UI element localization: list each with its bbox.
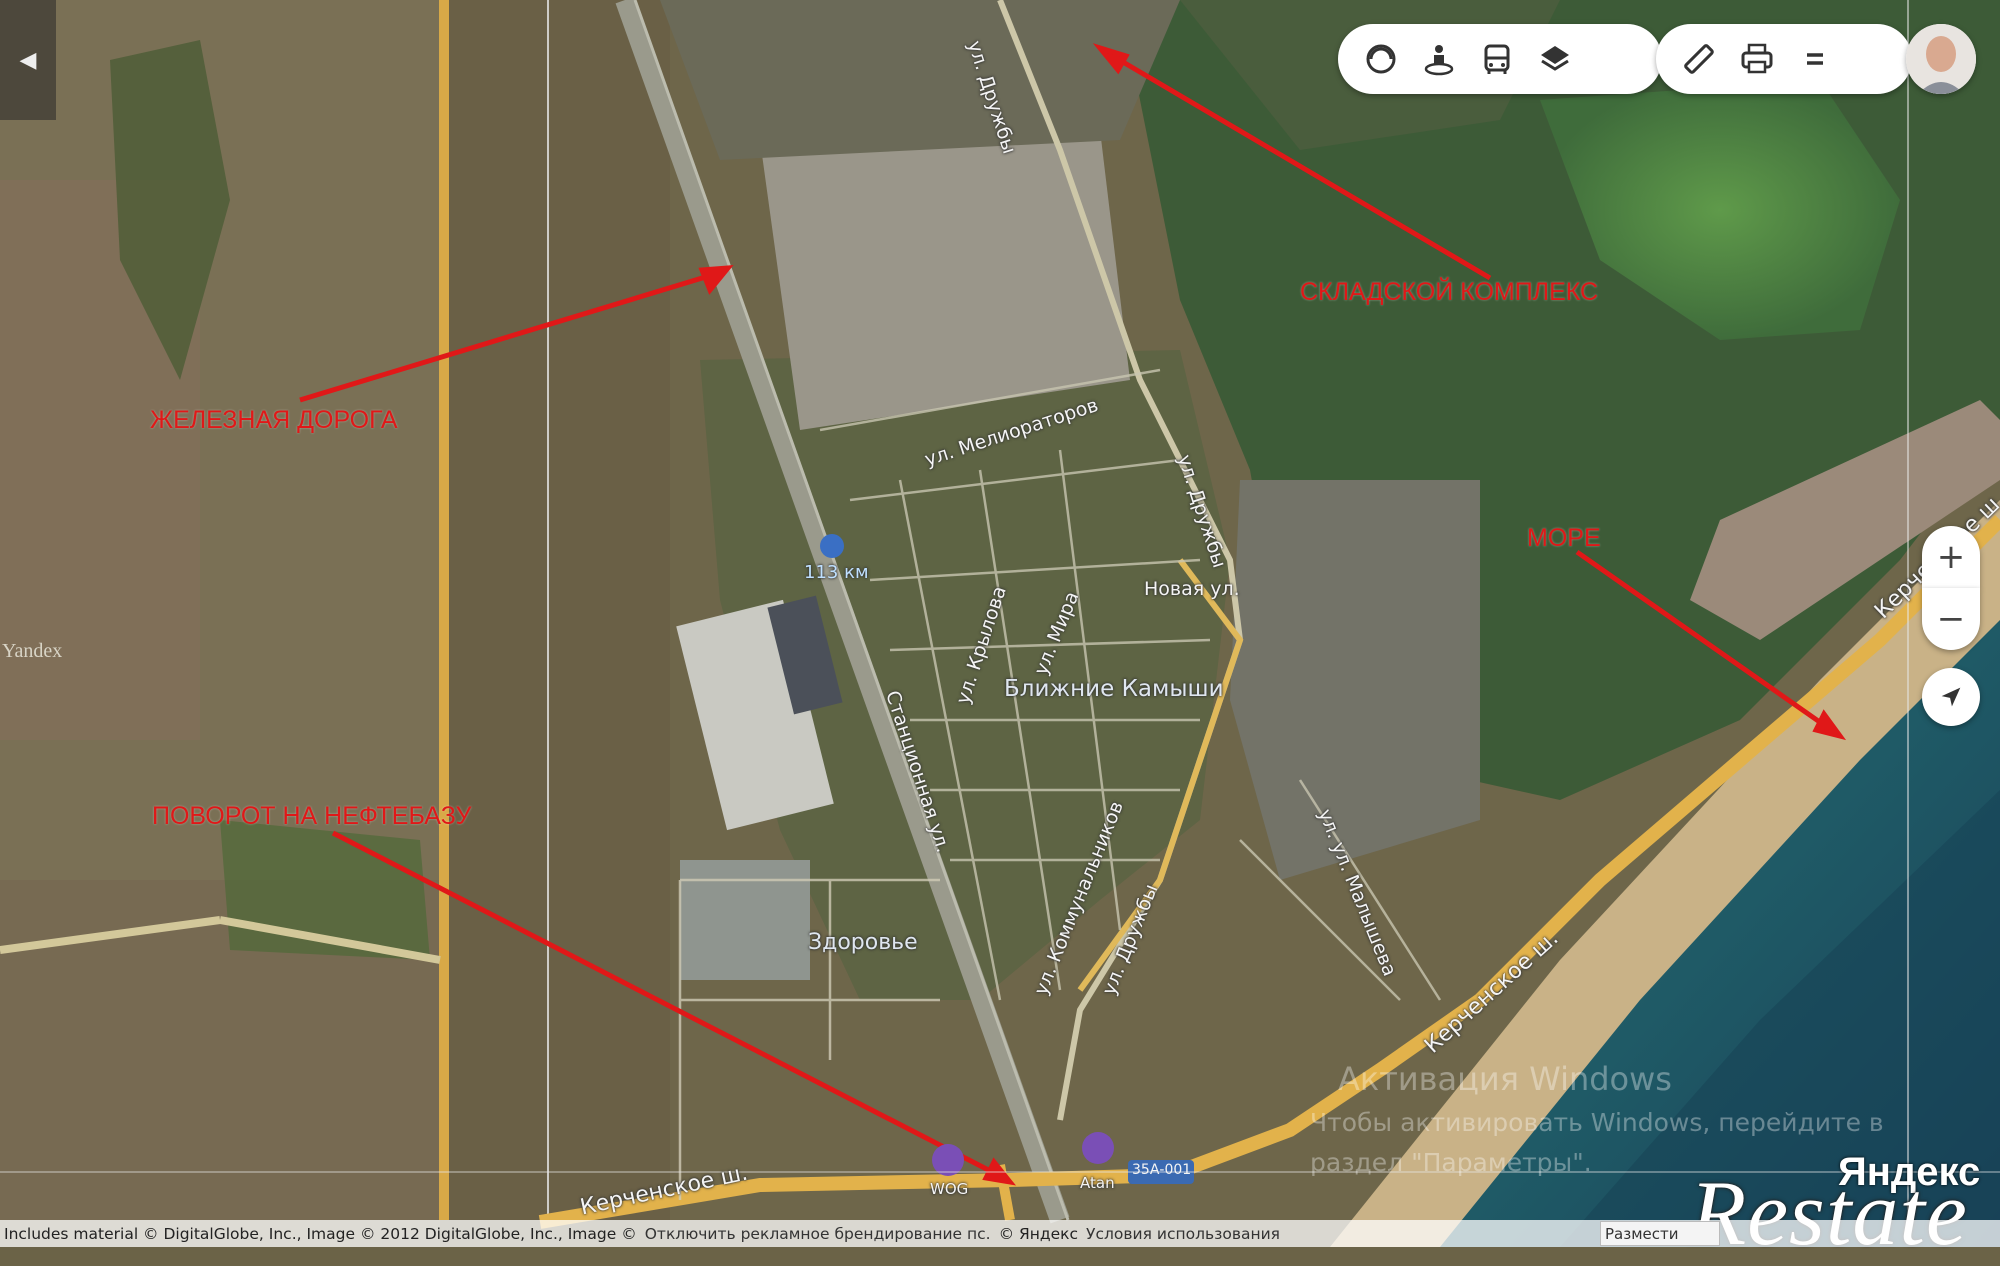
print-icon xyxy=(1741,43,1773,74)
user-avatar[interactable] xyxy=(1906,24,1976,94)
zoom-out-button[interactable]: − xyxy=(1922,588,1980,650)
annotation-warehouse: СКЛАДСКОЙ КОМПЛЕКС xyxy=(1300,278,1599,306)
transit-icon xyxy=(1484,44,1510,74)
locate-button[interactable] xyxy=(1922,668,1980,726)
location-arrow-icon xyxy=(1941,687,1961,707)
chevron-left-icon: ◀ xyxy=(19,47,37,73)
panorama-button[interactable] xyxy=(1410,30,1468,88)
activation-watermark-title: Активация Windows xyxy=(1338,1060,1672,1098)
place-label-zdorovye: Здоровье xyxy=(808,930,918,955)
map-layers-toolbar xyxy=(1338,24,1662,94)
scale-bar: Размести xyxy=(1600,1221,1720,1246)
menu-button[interactable] xyxy=(1786,30,1844,88)
annotation-turn: ПОВОРОТ НА НЕФТЕБАЗУ xyxy=(152,802,472,830)
ruler-button[interactable] xyxy=(1670,30,1728,88)
avatar-image xyxy=(1906,24,1976,94)
layers-icon xyxy=(1541,46,1569,71)
panorama-icon xyxy=(1424,45,1454,76)
place-label-settlement: Ближние Камыши xyxy=(1004,676,1224,702)
panel-collapse-tab[interactable]: ◀ xyxy=(0,0,56,120)
terms-link[interactable]: Условия использования xyxy=(1082,1225,1284,1243)
print-button[interactable] xyxy=(1728,30,1786,88)
street-label-novaya: Новая ул. xyxy=(1144,578,1240,600)
annotation-railway: ЖЕЛЕЗНАЯ ДОРОГА xyxy=(150,406,398,434)
poi-label-wog[interactable]: WOG xyxy=(930,1180,968,1198)
transit-button[interactable] xyxy=(1468,30,1526,88)
menu-icon xyxy=(1807,53,1823,65)
side-brand-label: Yandex xyxy=(2,640,63,662)
attribution-text: Includes material © DigitalGlobe, Inc., … xyxy=(4,1224,637,1243)
annotation-sea: МОРЕ xyxy=(1527,524,1601,552)
tools-toolbar xyxy=(1656,24,1912,94)
restate-logo: Restate xyxy=(1690,1162,1968,1264)
station-label[interactable]: 113 км xyxy=(804,562,869,583)
disable-ads-link[interactable]: Отключить рекламное брендирование пс. xyxy=(641,1225,995,1243)
activation-watermark-line: раздел "Параметры". xyxy=(1310,1148,1592,1177)
road-code-badge: 35А-001 xyxy=(1132,1162,1192,1178)
satellite-map[interactable] xyxy=(0,0,2000,1247)
traffic-button[interactable] xyxy=(1352,30,1410,88)
copyright-text: © Яндекс xyxy=(998,1224,1079,1243)
ruler-icon xyxy=(1684,44,1714,74)
traffic-icon xyxy=(1366,44,1396,74)
layers-button[interactable] xyxy=(1526,30,1584,88)
activation-watermark-line: Чтобы активировать Windows, перейдите в xyxy=(1310,1108,1884,1137)
poi-label-atan[interactable]: Atan xyxy=(1080,1174,1115,1192)
zoom-in-button[interactable]: + xyxy=(1922,526,1980,588)
